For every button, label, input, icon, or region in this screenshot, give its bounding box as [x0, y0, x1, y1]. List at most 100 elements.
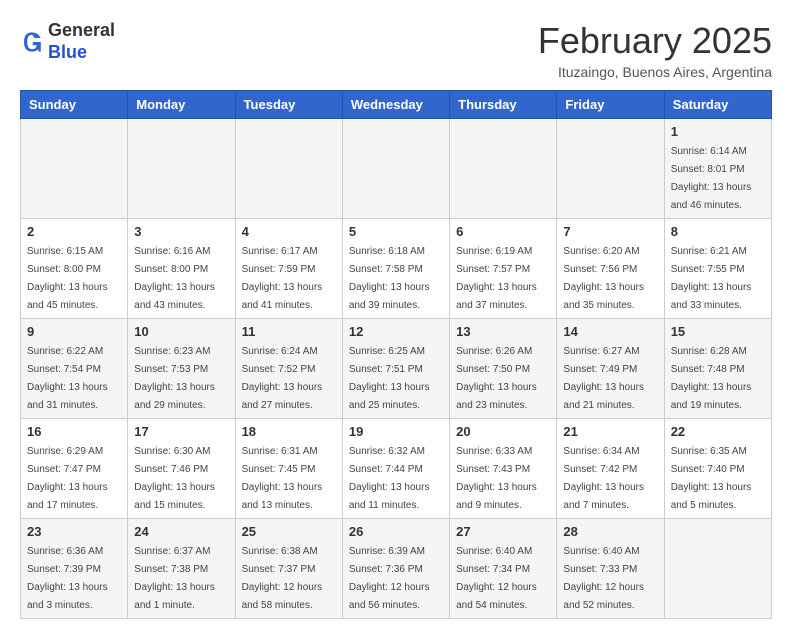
day-info: Sunrise: 6:25 AM Sunset: 7:51 PM Dayligh… — [349, 346, 430, 411]
calendar-cell: 13Sunrise: 6:26 AM Sunset: 7:50 PM Dayli… — [450, 319, 557, 419]
day-number: 6 — [456, 224, 550, 239]
day-number: 23 — [27, 524, 121, 539]
calendar-cell: 1 Sunrise: 6:14 AM Sunset: 8:01 PM Daylig… — [664, 119, 771, 219]
day-info: Sunrise: 6:19 AM Sunset: 7:57 PM Dayligh… — [456, 246, 537, 311]
calendar-cell: 4 Sunrise: 6:17 AM Sunset: 7:59 PM Daylig… — [235, 219, 342, 319]
calendar-cell: 24 Sunrise: 6:37 AM Sunset: 7:38 PM Dayli… — [128, 519, 235, 619]
day-info: Sunrise: 6:39 AM Sunset: 7:36 PM Dayligh… — [349, 546, 430, 611]
day-number: 19 — [349, 424, 443, 439]
day-info: Sunrise: 6:17 AM Sunset: 7:59 PM Dayligh… — [242, 246, 323, 311]
day-number: 1 — [671, 124, 765, 139]
logo-text: General Blue — [48, 20, 115, 63]
day-info: Sunrise: 6:26 AM Sunset: 7:50 PM Dayligh… — [456, 346, 537, 411]
day-number: 22 — [671, 424, 765, 439]
calendar-week-2: 2 Sunrise: 6:15 AM Sunset: 8:00 PM Daylig… — [21, 219, 772, 319]
day-info: Sunrise: 6:15 AM Sunset: 8:00 PM Dayligh… — [27, 246, 108, 311]
weekday-header-thursday: Thursday — [450, 91, 557, 119]
calendar-week-1: 1 Sunrise: 6:14 AM Sunset: 8:01 PM Daylig… — [21, 119, 772, 219]
calendar-week-5: 23 Sunrise: 6:36 AM Sunset: 7:39 PM Dayli… — [21, 519, 772, 619]
day-info: Sunrise: 6:16 AM Sunset: 8:00 PM Dayligh… — [134, 246, 215, 311]
calendar-cell: 5Sunrise: 6:18 AM Sunset: 7:58 PM Daylig… — [342, 219, 449, 319]
day-info: Sunrise: 6:36 AM Sunset: 7:39 PM Dayligh… — [27, 546, 108, 611]
day-number: 2 — [27, 224, 121, 239]
day-number: 5 — [349, 224, 443, 239]
calendar-cell: 12 Sunrise: 6:25 AM Sunset: 7:51 PM Dayli… — [342, 319, 449, 419]
day-number: 21 — [563, 424, 657, 439]
calendar-cell — [557, 119, 664, 219]
day-number: 4 — [242, 224, 336, 239]
day-number: 3 — [134, 224, 228, 239]
weekday-header-saturday: Saturday — [664, 91, 771, 119]
calendar-cell: 22 Sunrise: 6:35 AM Sunset: 7:40 PM Dayli… — [664, 419, 771, 519]
day-info: Sunrise: 6:28 AM Sunset: 7:48 PM Dayligh… — [671, 346, 752, 411]
day-number: 20 — [456, 424, 550, 439]
day-number: 12 — [349, 324, 443, 339]
day-info: Sunrise: 6:34 AM Sunset: 7:42 PM Dayligh… — [563, 446, 644, 511]
day-info: Sunrise: 6:29 AM Sunset: 7:47 PM Dayligh… — [27, 446, 108, 511]
page-header: General Blue February 2025 Ituzaingo, Bu… — [20, 20, 772, 80]
calendar-cell: 14 Sunrise: 6:27 AM Sunset: 7:49 PM Dayli… — [557, 319, 664, 419]
weekday-header-row: SundayMondayTuesdayWednesdayThursdayFrid… — [21, 91, 772, 119]
day-number: 27 — [456, 524, 550, 539]
calendar-cell: 3 Sunrise: 6:16 AM Sunset: 8:00 PM Daylig… — [128, 219, 235, 319]
day-info: Sunrise: 6:21 AM Sunset: 7:55 PM Dayligh… — [671, 246, 752, 311]
logo: General Blue — [20, 20, 115, 63]
calendar-cell: 10Sunrise: 6:23 AM Sunset: 7:53 PM Dayli… — [128, 319, 235, 419]
day-info: Sunrise: 6:30 AM Sunset: 7:46 PM Dayligh… — [134, 446, 215, 511]
weekday-header-wednesday: Wednesday — [342, 91, 449, 119]
day-info: Sunrise: 6:24 AM Sunset: 7:52 PM Dayligh… — [242, 346, 323, 411]
weekday-header-tuesday: Tuesday — [235, 91, 342, 119]
day-info: Sunrise: 6:40 AM Sunset: 7:33 PM Dayligh… — [563, 546, 644, 611]
calendar-week-4: 16 Sunrise: 6:29 AM Sunset: 7:47 PM Dayli… — [21, 419, 772, 519]
calendar-cell: 17 Sunrise: 6:30 AM Sunset: 7:46 PM Dayli… — [128, 419, 235, 519]
day-number: 25 — [242, 524, 336, 539]
calendar-cell: 11Sunrise: 6:24 AM Sunset: 7:52 PM Dayli… — [235, 319, 342, 419]
day-number: 8 — [671, 224, 765, 239]
day-number: 9 — [27, 324, 121, 339]
calendar-cell: 9 Sunrise: 6:22 AM Sunset: 7:54 PM Daylig… — [21, 319, 128, 419]
day-number: 26 — [349, 524, 443, 539]
day-number: 17 — [134, 424, 228, 439]
day-info: Sunrise: 6:23 AM Sunset: 7:53 PM Dayligh… — [134, 346, 215, 411]
calendar-cell: 8 Sunrise: 6:21 AM Sunset: 7:55 PM Daylig… — [664, 219, 771, 319]
calendar-week-3: 9 Sunrise: 6:22 AM Sunset: 7:54 PM Daylig… — [21, 319, 772, 419]
weekday-header-monday: Monday — [128, 91, 235, 119]
calendar-cell — [342, 119, 449, 219]
day-number: 18 — [242, 424, 336, 439]
day-info: Sunrise: 6:35 AM Sunset: 7:40 PM Dayligh… — [671, 446, 752, 511]
calendar-cell: 2 Sunrise: 6:15 AM Sunset: 8:00 PM Daylig… — [21, 219, 128, 319]
day-info: Sunrise: 6:38 AM Sunset: 7:37 PM Dayligh… — [242, 546, 323, 611]
calendar-table: SundayMondayTuesdayWednesdayThursdayFrid… — [20, 90, 772, 619]
calendar-cell: 26 Sunrise: 6:39 AM Sunset: 7:36 PM Dayli… — [342, 519, 449, 619]
day-number: 24 — [134, 524, 228, 539]
day-number: 16 — [27, 424, 121, 439]
day-info: Sunrise: 6:27 AM Sunset: 7:49 PM Dayligh… — [563, 346, 644, 411]
logo-icon — [20, 30, 44, 54]
day-info: Sunrise: 6:22 AM Sunset: 7:54 PM Dayligh… — [27, 346, 108, 411]
day-info: Sunrise: 6:32 AM Sunset: 7:44 PM Dayligh… — [349, 446, 430, 511]
calendar-cell: 16 Sunrise: 6:29 AM Sunset: 7:47 PM Dayli… — [21, 419, 128, 519]
calendar-cell: 15 Sunrise: 6:28 AM Sunset: 7:48 PM Dayli… — [664, 319, 771, 419]
day-info: Sunrise: 6:20 AM Sunset: 7:56 PM Dayligh… — [563, 246, 644, 311]
calendar-cell: 27 Sunrise: 6:40 AM Sunset: 7:34 PM Dayli… — [450, 519, 557, 619]
day-info: Sunrise: 6:37 AM Sunset: 7:38 PM Dayligh… — [134, 546, 215, 611]
calendar-cell — [235, 119, 342, 219]
calendar-cell: 28Sunrise: 6:40 AM Sunset: 7:33 PM Dayli… — [557, 519, 664, 619]
day-info: Sunrise: 6:33 AM Sunset: 7:43 PM Dayligh… — [456, 446, 537, 511]
day-number: 14 — [563, 324, 657, 339]
day-number: 7 — [563, 224, 657, 239]
day-info: Sunrise: 6:31 AM Sunset: 7:45 PM Dayligh… — [242, 446, 323, 511]
calendar-cell — [128, 119, 235, 219]
calendar-cell: 23 Sunrise: 6:36 AM Sunset: 7:39 PM Dayli… — [21, 519, 128, 619]
calendar-cell — [450, 119, 557, 219]
weekday-header-sunday: Sunday — [21, 91, 128, 119]
calendar-cell — [21, 119, 128, 219]
title-block: February 2025 Ituzaingo, Buenos Aires, A… — [538, 20, 772, 80]
location: Ituzaingo, Buenos Aires, Argentina — [538, 64, 772, 80]
month-title: February 2025 — [538, 20, 772, 62]
day-number: 15 — [671, 324, 765, 339]
calendar-cell: 7 Sunrise: 6:20 AM Sunset: 7:56 PM Daylig… — [557, 219, 664, 319]
day-info: Sunrise: 6:14 AM Sunset: 8:01 PM Dayligh… — [671, 146, 752, 211]
calendar-cell: 19 Sunrise: 6:32 AM Sunset: 7:44 PM Dayli… — [342, 419, 449, 519]
day-info: Sunrise: 6:40 AM Sunset: 7:34 PM Dayligh… — [456, 546, 537, 611]
